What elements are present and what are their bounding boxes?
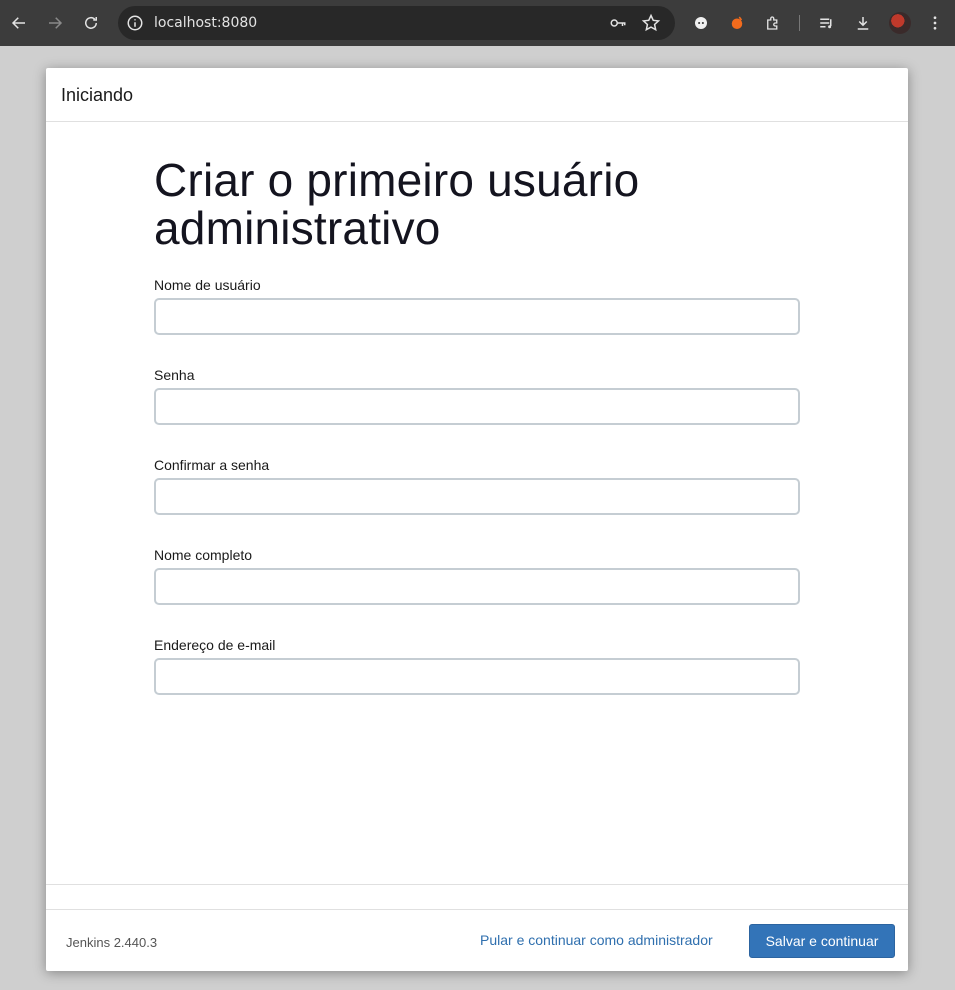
save-continue-button[interactable]: Salvar e continuar <box>749 924 895 958</box>
profile-avatar[interactable] <box>889 12 911 34</box>
email-input[interactable] <box>154 658 800 695</box>
reload-icon[interactable] <box>79 11 103 35</box>
bookmark-star-icon[interactable] <box>641 13 661 33</box>
forward-arrow-icon[interactable] <box>43 11 67 35</box>
address-bar[interactable]: localhost:8080 <box>118 6 675 40</box>
username-input[interactable] <box>154 298 800 335</box>
version-label: Jenkins 2.440.3 <box>66 935 158 950</box>
page-title: Criar o primeiro usuário administrativo <box>154 154 640 254</box>
confirm-password-field: Confirmar a senha <box>154 457 800 515</box>
password-key-icon[interactable] <box>608 14 628 32</box>
admin-user-form: Criar o primeiro usuário administrativo … <box>154 154 800 695</box>
extension-icon[interactable] <box>725 11 749 35</box>
back-arrow-icon[interactable] <box>7 11 31 35</box>
full-name-field: Nome completo <box>154 547 800 605</box>
confirm-password-label: Confirmar a senha <box>154 457 270 473</box>
site-info-icon[interactable] <box>126 14 144 32</box>
password-label: Senha <box>154 367 195 383</box>
password-input[interactable] <box>154 388 800 425</box>
reading-list-icon[interactable] <box>815 11 839 35</box>
dialog-title: Iniciando <box>61 85 134 105</box>
skip-continue-as-admin-link[interactable]: Pular e continuar como administrador <box>480 932 713 948</box>
password-field: Senha <box>154 367 800 425</box>
download-icon[interactable] <box>851 11 875 35</box>
confirm-password-input[interactable] <box>154 478 800 515</box>
email-label: Endereço de e-mail <box>154 637 276 653</box>
username-field: Nome de usuário <box>154 277 800 335</box>
username-label: Nome de usuário <box>154 277 261 293</box>
footer-divider <box>46 884 908 885</box>
email-field: Endereço de e-mail <box>154 637 800 695</box>
setup-dialog: Iniciando Criar o primeiro usuário admin… <box>46 68 908 971</box>
url-text[interactable]: localhost:8080 <box>154 15 257 31</box>
toolbar-divider <box>799 15 800 31</box>
dialog-footer: Jenkins 2.440.3 Pular e continuar como a… <box>46 909 908 971</box>
full-name-label: Nome completo <box>154 547 253 563</box>
dialog-header: Iniciando <box>46 68 908 122</box>
extension-icon[interactable] <box>689 11 713 35</box>
browser-toolbar: localhost:8080 <box>0 0 955 46</box>
more-menu-icon[interactable] <box>923 11 947 35</box>
extensions-puzzle-icon[interactable] <box>761 11 785 35</box>
full-name-input[interactable] <box>154 568 800 605</box>
